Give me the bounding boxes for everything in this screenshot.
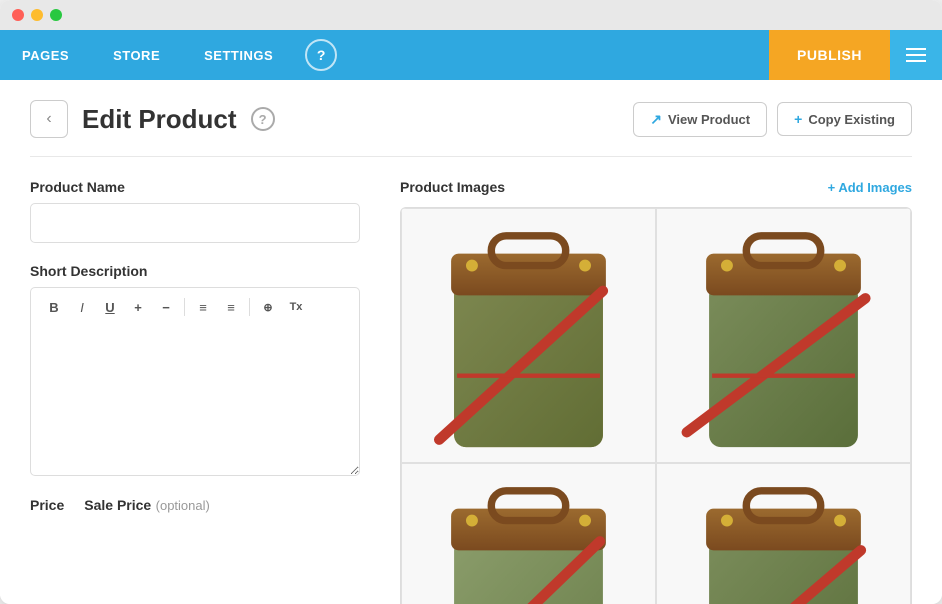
hamburger-icon bbox=[906, 48, 926, 62]
help-icon[interactable]: ? bbox=[305, 39, 337, 71]
short-description-textarea[interactable] bbox=[30, 326, 360, 476]
back-button[interactable]: ‹ bbox=[30, 100, 68, 138]
images-grid bbox=[401, 208, 911, 604]
add-images-button[interactable]: + Add Images bbox=[828, 180, 912, 195]
unordered-list-button[interactable]: ≡ bbox=[190, 294, 216, 320]
view-product-label: View Product bbox=[668, 112, 750, 127]
rte-toolbar: B I U + − ≡ ≡ ⊕ Tx bbox=[30, 287, 360, 326]
page-header: ‹ Edit Product ? ↗ View Product + Copy E… bbox=[30, 100, 912, 138]
publish-button[interactable]: PUBLISH bbox=[769, 30, 890, 80]
menu-button[interactable] bbox=[890, 30, 942, 80]
images-grid-container bbox=[400, 207, 912, 604]
ordered-list-button[interactable]: ≡ bbox=[218, 294, 244, 320]
image-cell-3[interactable] bbox=[401, 463, 656, 604]
sale-price-section: Sale Price (optional) bbox=[84, 497, 210, 515]
product-name-input[interactable] bbox=[30, 203, 360, 243]
copy-existing-icon: + bbox=[794, 111, 802, 127]
content-area: ‹ Edit Product ? ↗ View Product + Copy E… bbox=[0, 80, 942, 604]
link-button[interactable]: ⊕ bbox=[255, 294, 281, 320]
price-row: Price Sale Price (optional) bbox=[30, 497, 360, 515]
nav-item-store[interactable]: STORE bbox=[91, 30, 182, 80]
short-description-label: Short Description bbox=[30, 263, 360, 279]
image-cell-2[interactable] bbox=[656, 208, 911, 463]
italic-button[interactable]: I bbox=[69, 294, 95, 320]
header-right: ↗ View Product + Copy Existing bbox=[633, 102, 912, 137]
page-help-icon[interactable]: ? bbox=[251, 107, 275, 131]
toolbar-separator bbox=[184, 298, 185, 316]
app-window: PAGES STORE SETTINGS ? PUBLISH ‹ Edit Pr… bbox=[0, 0, 942, 604]
view-product-icon: ↗ bbox=[650, 111, 662, 128]
copy-existing-button[interactable]: + Copy Existing bbox=[777, 102, 912, 136]
minus-button[interactable]: − bbox=[153, 294, 179, 320]
images-header: Product Images + Add Images bbox=[400, 179, 912, 195]
nav-item-settings[interactable]: SETTINGS bbox=[182, 30, 295, 80]
view-product-button[interactable]: ↗ View Product bbox=[633, 102, 767, 137]
nav-items: PAGES STORE SETTINGS ? bbox=[0, 30, 769, 80]
nav-right: PUBLISH bbox=[769, 30, 942, 80]
form-right: Product Images + Add Images bbox=[400, 179, 912, 604]
page-title: Edit Product bbox=[82, 104, 237, 135]
title-bar bbox=[0, 0, 942, 30]
price-label: Price bbox=[30, 497, 64, 515]
close-button[interactable] bbox=[12, 9, 24, 21]
sale-price-label: Sale Price bbox=[84, 497, 151, 513]
image-cell-1[interactable] bbox=[401, 208, 656, 463]
product-name-label: Product Name bbox=[30, 179, 360, 195]
form-left: Product Name Short Description B I U + −… bbox=[30, 179, 360, 604]
minimize-button[interactable] bbox=[31, 9, 43, 21]
toolbar-separator-2 bbox=[249, 298, 250, 316]
underline-button[interactable]: U bbox=[97, 294, 123, 320]
sale-price-optional: (optional) bbox=[156, 498, 210, 513]
clear-format-button[interactable]: Tx bbox=[283, 294, 309, 320]
nav-item-pages[interactable]: PAGES bbox=[0, 30, 91, 80]
header-divider bbox=[30, 156, 912, 157]
bold-button[interactable]: B bbox=[41, 294, 67, 320]
images-title: Product Images bbox=[400, 179, 505, 195]
image-cell-4[interactable] bbox=[656, 463, 911, 604]
copy-existing-label: Copy Existing bbox=[808, 112, 895, 127]
header-left: ‹ Edit Product ? bbox=[30, 100, 275, 138]
maximize-button[interactable] bbox=[50, 9, 62, 21]
navbar: PAGES STORE SETTINGS ? PUBLISH bbox=[0, 30, 942, 80]
plus-button[interactable]: + bbox=[125, 294, 151, 320]
form-layout: Product Name Short Description B I U + −… bbox=[30, 179, 912, 604]
